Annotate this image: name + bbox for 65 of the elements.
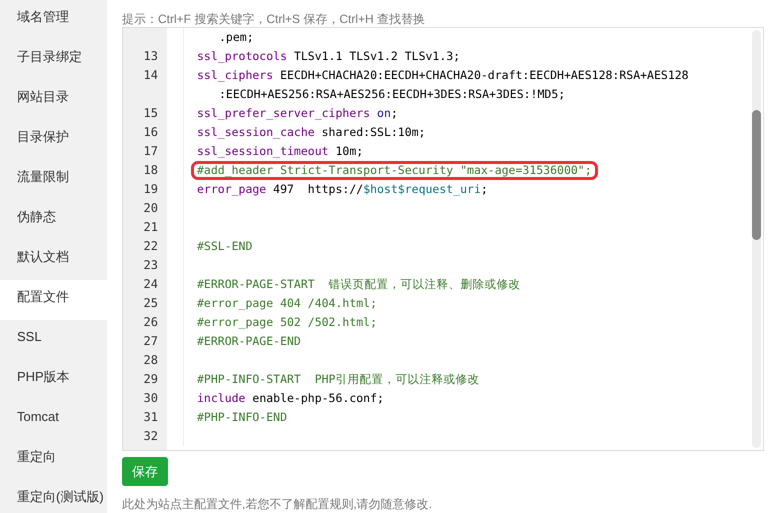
line-number: 30 (144, 391, 158, 405)
code-comment: #add_header Strict-Transport-Security "max-age=31536000"; (197, 163, 592, 178)
line-number: 19 (144, 182, 158, 196)
code-variable: $host$request_uri (363, 182, 481, 196)
line-number: 25 (144, 296, 158, 310)
code-keyword: include (197, 391, 246, 405)
sidebar-item[interactable]: 伪静态 (0, 200, 107, 240)
code-text: 497 https:// (272, 182, 364, 196)
scrollbar-thumb[interactable] (752, 110, 761, 240)
code-text: :EECDH+AES256:RSA+AES256:EECDH+3DES:RSA+3DES:!MD5; (219, 87, 566, 101)
code-keyword: ssl_ciphers (197, 68, 274, 82)
code-value: on (376, 106, 391, 120)
sidebar-item[interactable]: 子目录绑定 (0, 40, 107, 80)
code-comment: #ERROR-PAGE-END (197, 334, 301, 348)
line-number: 13 (144, 49, 158, 63)
code-text: shared:SSL:10m; (320, 125, 426, 139)
sidebar-item[interactable]: Tomcat (0, 400, 107, 440)
sidebar-item[interactable]: 重定向(测试版) (0, 480, 107, 513)
sidebar-item[interactable]: 网站目录 (0, 80, 107, 120)
code-comment: #error_page 404 /404.html; (197, 296, 378, 310)
code-keyword: error_page (197, 182, 266, 196)
code-comment: #PHP-INFO-START PHP引用配置，可以注释或修改 (197, 372, 480, 386)
line-number: 27 (144, 334, 158, 348)
code-text: 10m; (334, 144, 364, 158)
code-comment: #PHP-INFO-END (197, 410, 288, 424)
footer-note: 此处为站点主配置文件,若您不了解配置规则,请勿随意修改. (122, 496, 434, 513)
line-number: 26 (144, 315, 158, 329)
line-number: 20 (144, 201, 158, 215)
line-number: 22 (144, 239, 158, 253)
code-text: ; (390, 106, 398, 120)
line-number: 21 (144, 220, 158, 234)
line-number: 32 (144, 429, 158, 443)
scrollbar[interactable] (752, 30, 761, 448)
sidebar-item[interactable]: 配置文件 (0, 280, 107, 320)
line-number: 24 (144, 277, 158, 291)
code-text: EECDH+CHACHA20:EECDH+CHACHA20-draft:EECDH+AES128:RSA+AES128 (279, 68, 689, 82)
code-keyword: ssl_session_cache (197, 125, 315, 139)
line-number: 18 (144, 163, 158, 177)
line-number: 14 (144, 68, 158, 82)
line-number: 28 (144, 353, 158, 367)
sidebar-item[interactable]: PHP版本 (0, 360, 107, 400)
sidebar-item[interactable]: 目录保护 (0, 120, 107, 160)
code-comment: #SSL-END (197, 239, 252, 253)
line-number: 17 (144, 144, 158, 158)
code-editor[interactable] (122, 27, 764, 451)
code-keyword: ssl_session_timeout (197, 144, 329, 158)
code-text: enable-php-56.conf; (251, 391, 384, 405)
hint-text: 提示：Ctrl+F 搜索关键字，Ctrl+S 保存，Ctrl+H 查找替换 (122, 11, 426, 27)
line-number: 29 (144, 372, 158, 386)
code-keyword: ssl_protocols (197, 49, 288, 63)
sidebar-item[interactable]: SSL (0, 320, 107, 360)
line-number: 23 (144, 258, 158, 272)
sidebar-item[interactable]: 流量限制 (0, 160, 107, 200)
code-comment: #error_page 502 /502.html; (197, 315, 378, 329)
line-number: 16 (144, 125, 158, 139)
code-text: TLSv1.1 TLSv1.2 TLSv1.3; (292, 49, 460, 63)
code-comment: #ERROR-PAGE-START 错误页配置，可以注释、删除或修改 (197, 277, 521, 291)
code-text: ; (480, 182, 488, 196)
sidebar-item[interactable]: 域名管理 (0, 0, 107, 40)
line-number: 31 (144, 410, 158, 424)
code-keyword: ssl_prefer_server_ciphers (197, 106, 370, 120)
sidebar-item[interactable]: 默认文档 (0, 240, 107, 280)
sidebar-item[interactable]: 重定向 (0, 440, 107, 480)
line-number: 15 (144, 106, 158, 120)
code-text: .pem; (219, 30, 254, 44)
